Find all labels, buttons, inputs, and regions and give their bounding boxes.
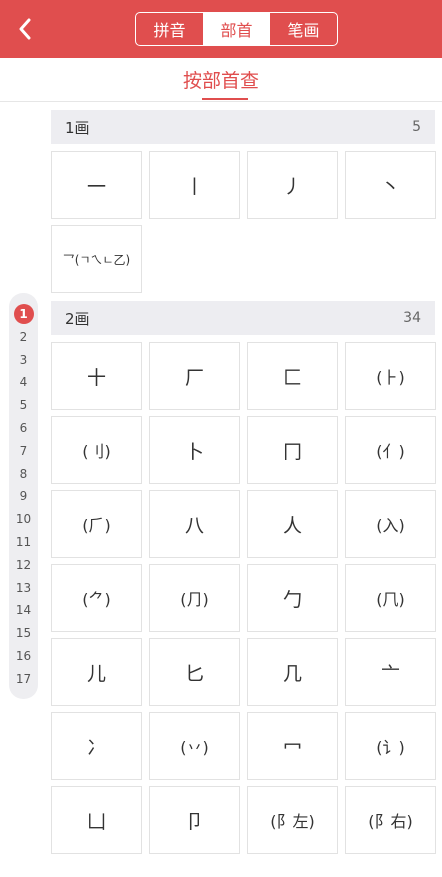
radical-cell[interactable]: 凵	[51, 786, 142, 854]
radical-cell[interactable]: 冖	[247, 712, 338, 780]
title-underline	[202, 98, 248, 100]
radical-cell[interactable]: (刂)	[51, 416, 142, 484]
radical-cell[interactable]: (⺆)	[149, 564, 240, 632]
section-count: 34	[403, 310, 421, 326]
radical-cell[interactable]: 勹	[247, 564, 338, 632]
radical-cell[interactable]: (⺈)	[51, 564, 142, 632]
radical-cell[interactable]: (阝左)	[247, 786, 338, 854]
stroke-index-label: 17	[15, 671, 32, 686]
search-mode-switch: 拼音 部首 笔画	[135, 12, 338, 46]
stroke-index-item[interactable]: 4	[9, 371, 38, 393]
radical-cell[interactable]: (阝右)	[345, 786, 436, 854]
radical-cell[interactable]: 厂	[149, 342, 240, 410]
radical-grid-2: 十 厂 匚 (⺊) (刂) 卜 冂 (亻) (⺁) 八 人 (入) (⺈) (⺆…	[51, 335, 436, 862]
radical-cell[interactable]: 卩	[149, 786, 240, 854]
stroke-index-item[interactable]: 17	[9, 668, 38, 690]
page-title: 按部首查	[182, 70, 259, 92]
radical-cell[interactable]: 十	[51, 342, 142, 410]
chevron-left-icon	[19, 18, 31, 40]
radical-cell[interactable]: 一	[51, 151, 142, 219]
stroke-index-label: 3	[19, 352, 28, 367]
radical-list: 1画 5 一 丨 丿 丶 乛(ㄱㄟㄴ乙) 2画 34 十 厂 匚 (⺊) (刂)…	[51, 110, 436, 862]
stroke-index-item[interactable]: 7	[9, 440, 38, 462]
radical-cell[interactable]: 亠	[345, 638, 436, 706]
stroke-index-label: 14	[15, 603, 32, 618]
radical-grid-1: 一 丨 丿 丶 乛(ㄱㄟㄴ乙)	[51, 144, 436, 301]
stroke-index-item[interactable]: 11	[9, 531, 38, 553]
stroke-index-label: 5	[19, 398, 28, 413]
stroke-index-label: 16	[15, 649, 32, 663]
stroke-index-label: 15	[15, 626, 32, 641]
stroke-index-label: 7	[19, 443, 28, 458]
stroke-index-label: 11	[15, 535, 32, 549]
stroke-index-item[interactable]: 14	[9, 599, 38, 621]
radical-cell[interactable]: 几	[247, 638, 338, 706]
radical-cell[interactable]: 八	[149, 490, 240, 558]
tab-pinyin[interactable]: 拼音	[136, 13, 203, 45]
section-count: 5	[412, 119, 421, 135]
radical-cell[interactable]: 乛(ㄱㄟㄴ乙)	[51, 225, 142, 293]
stroke-index-item[interactable]: 3	[9, 349, 38, 371]
tab-radical[interactable]: 部首	[203, 13, 270, 45]
radical-cell[interactable]: 匚	[247, 342, 338, 410]
radical-cell[interactable]: 匕	[149, 638, 240, 706]
radical-cell[interactable]: (亻)	[345, 416, 436, 484]
stroke-index-item[interactable]: 13	[9, 577, 38, 599]
stroke-index-item[interactable]: 10	[9, 508, 38, 530]
radical-cell[interactable]: 冫	[51, 712, 142, 780]
subtitle-bar: 按部首查	[0, 58, 442, 102]
tab-stroke[interactable]: 笔画	[270, 13, 337, 45]
stroke-index-label: 4	[19, 375, 28, 390]
stroke-index-label: 9	[19, 489, 28, 504]
radical-cell[interactable]: 冂	[247, 416, 338, 484]
stroke-index-label: 12	[15, 557, 32, 572]
stroke-index-label: 1	[13, 304, 34, 324]
stroke-index-item[interactable]: 9	[9, 485, 38, 507]
stroke-index-label: 10	[15, 512, 32, 527]
stroke-index-label: 6	[19, 421, 28, 435]
stroke-index-item[interactable]: 5	[9, 394, 38, 416]
stroke-index-item[interactable]: 12	[9, 554, 38, 576]
stroke-index-item[interactable]: 1	[9, 303, 38, 325]
radical-cell[interactable]: 丨	[149, 151, 240, 219]
radical-cell[interactable]: 丿	[247, 151, 338, 219]
radical-cell[interactable]: 卜	[149, 416, 240, 484]
section-title: 1画	[65, 118, 90, 137]
radical-cell[interactable]: 人	[247, 490, 338, 558]
radical-cell[interactable]: (入)	[345, 490, 436, 558]
radical-cell[interactable]: (⺁)	[51, 490, 142, 558]
radical-cell[interactable]: (⺊)	[345, 342, 436, 410]
stroke-index-label: 8	[19, 466, 28, 481]
stroke-index-item[interactable]: 16	[9, 645, 38, 667]
top-bar: 拼音 部首 笔画	[0, 0, 442, 58]
stroke-index-label: 2	[19, 329, 28, 344]
radical-cell[interactable]: 儿	[51, 638, 142, 706]
back-button[interactable]	[10, 14, 40, 44]
stroke-index-item[interactable]: 8	[9, 463, 38, 485]
radical-cell[interactable]: 丶	[345, 151, 436, 219]
radical-cell[interactable]: (⺇)	[345, 564, 436, 632]
stroke-index-label: 13	[15, 580, 32, 595]
section-header-1: 1画 5	[51, 110, 435, 144]
stroke-index-item[interactable]: 2	[9, 326, 38, 348]
stroke-index-bar: 1 2 3 4 5 6 7 8 9 10 11 12 13 14 15 16 17	[9, 293, 38, 699]
radical-cell[interactable]: (讠)	[345, 712, 436, 780]
stroke-index-item[interactable]: 15	[9, 622, 38, 644]
stroke-index-item[interactable]: 6	[9, 417, 38, 439]
section-header-2: 2画 34	[51, 301, 435, 335]
section-title: 2画	[65, 309, 90, 328]
radical-cell[interactable]: (丷)	[149, 712, 240, 780]
